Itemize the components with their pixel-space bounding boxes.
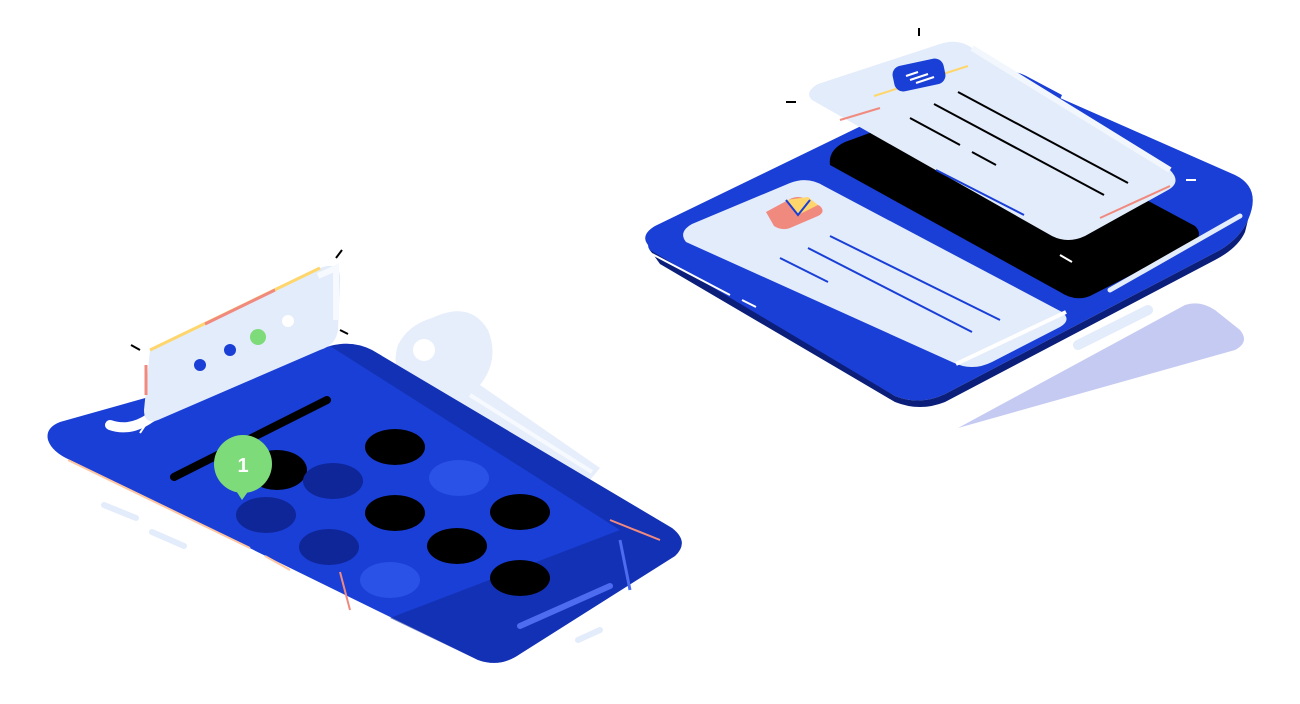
notification-count: 1 <box>237 455 248 477</box>
right-phone <box>645 28 1253 428</box>
left-phone: 1 <box>47 249 682 663</box>
security-illustration: 1 <box>47 28 1253 663</box>
